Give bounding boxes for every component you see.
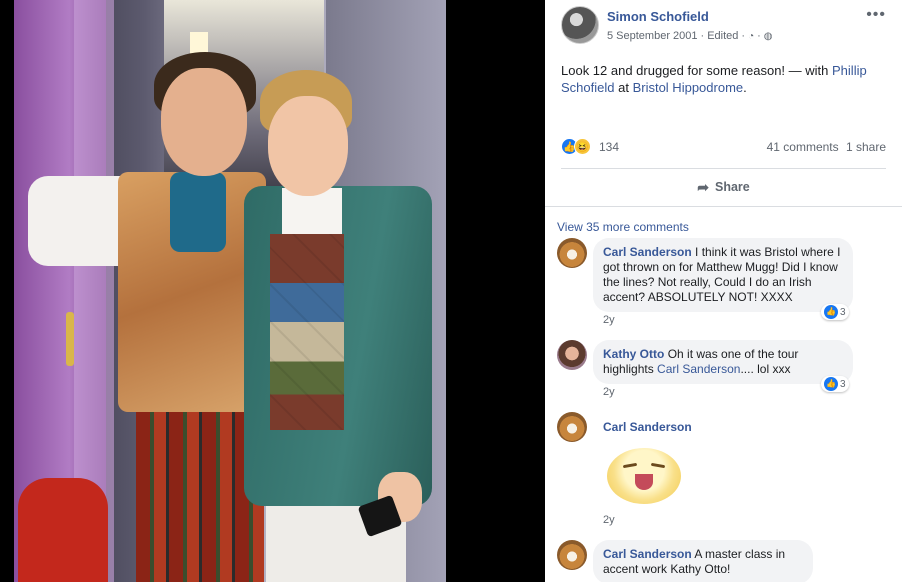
divider <box>561 168 886 169</box>
post-text: Look 12 and drugged for some reason! — w… <box>561 62 881 96</box>
photo-door-handle <box>66 312 74 366</box>
comment-like-number: 3 <box>840 378 846 390</box>
post-text-main: Look 12 and drugged for some reason! — w… <box>561 63 829 78</box>
comment-item: Carl Sanderson I think it was Bristol wh… <box>557 238 857 330</box>
comment-bubble: Carl Sanderson A master class in accent … <box>593 540 813 582</box>
reaction-count[interactable]: 134 <box>599 140 619 154</box>
author-avatar[interactable] <box>561 6 599 44</box>
haha-face-icon: 😆 <box>574 138 591 155</box>
sticker-eye <box>622 462 638 469</box>
post-meta: 5 September 2001 · Edited · ◔ · ◍ <box>607 30 773 42</box>
comment-item: Kathy Otto Oh it was one of the tour hig… <box>557 340 857 402</box>
comment-like-number: 3 <box>840 306 846 318</box>
reactions-row: 👍 😆 134 41 comments 1 share <box>561 138 886 160</box>
comment-like-count[interactable]: 👍 3 <box>821 376 849 392</box>
like-thumb-icon: 👍 <box>824 305 838 319</box>
post-date[interactable]: 5 September 2001 <box>607 30 698 42</box>
commenter-avatar[interactable] <box>557 412 587 442</box>
meta-separator: · <box>757 30 761 42</box>
share-button-label: Share <box>714 180 750 194</box>
sticker-eye <box>650 462 666 469</box>
reaction-icons[interactable]: 👍 😆 <box>561 138 591 155</box>
photo-red-bag <box>18 478 108 582</box>
meta-separator: · <box>741 30 746 42</box>
comment-item: Carl Sanderson 2y <box>557 412 857 532</box>
comment-item: Carl Sanderson A master class in accent … <box>557 540 857 582</box>
post-photo-pane <box>0 0 545 582</box>
photo-man-cravat <box>170 172 226 252</box>
tagged-place-link[interactable]: Bristol Hippodrome <box>633 80 744 95</box>
globe-icon[interactable]: ◍ <box>764 31 773 42</box>
share-button[interactable]: ➦ Share <box>545 174 902 200</box>
edit-history-icon[interactable]: ◔ <box>748 31 754 42</box>
divider <box>545 206 902 207</box>
photo-boy-face <box>268 96 348 196</box>
comment-timestamp[interactable]: 2y <box>603 514 615 526</box>
meta-separator: · <box>700 30 705 42</box>
post-text-end: . <box>743 80 747 95</box>
post-header: Simon Schofield 5 September 2001 · Edite… <box>561 6 886 50</box>
more-options-icon[interactable]: ••• <box>866 6 886 24</box>
comment-mention-link[interactable]: Carl Sanderson <box>657 362 740 376</box>
post-panel: Simon Schofield 5 September 2001 · Edite… <box>545 0 902 582</box>
post-photo[interactable] <box>14 0 446 582</box>
comment-timestamp[interactable]: 2y <box>603 314 615 326</box>
photo-boy-vest <box>270 234 344 430</box>
like-thumb-icon: 👍 <box>824 377 838 391</box>
comments-count[interactable]: 41 comments <box>767 140 839 154</box>
commenter-avatar[interactable] <box>557 238 587 268</box>
post-edited[interactable]: Edited <box>707 30 738 42</box>
comment-bubble: Carl Sanderson I think it was Bristol wh… <box>593 238 853 312</box>
commenter-name[interactable]: Carl Sanderson <box>603 420 692 434</box>
view-more-comments-link[interactable]: View 35 more comments <box>557 220 689 234</box>
comment-text-end: .... lol xxx <box>740 362 791 376</box>
sticker-tongue <box>635 474 653 490</box>
commenter-name[interactable]: Carl Sanderson <box>603 245 692 259</box>
author-name[interactable]: Simon Schofield <box>607 9 709 24</box>
comment-timestamp[interactable]: 2y <box>603 386 615 398</box>
post-text-at: at <box>618 80 629 95</box>
commenter-avatar[interactable] <box>557 340 587 370</box>
comment-like-count[interactable]: 👍 3 <box>821 304 849 320</box>
comment-share-count: 41 comments 1 share <box>763 140 886 154</box>
commenter-name[interactable]: Carl Sanderson <box>603 547 692 561</box>
commenter-avatar[interactable] <box>557 540 587 570</box>
photo-man-face <box>161 68 247 176</box>
shares-count[interactable]: 1 share <box>846 140 886 154</box>
comment-bubble: Kathy Otto Oh it was one of the tour hig… <box>593 340 853 384</box>
commenter-name[interactable]: Kathy Otto <box>603 347 664 361</box>
laughing-sticker-icon <box>607 448 681 504</box>
share-arrow-icon: ➦ <box>697 178 709 195</box>
